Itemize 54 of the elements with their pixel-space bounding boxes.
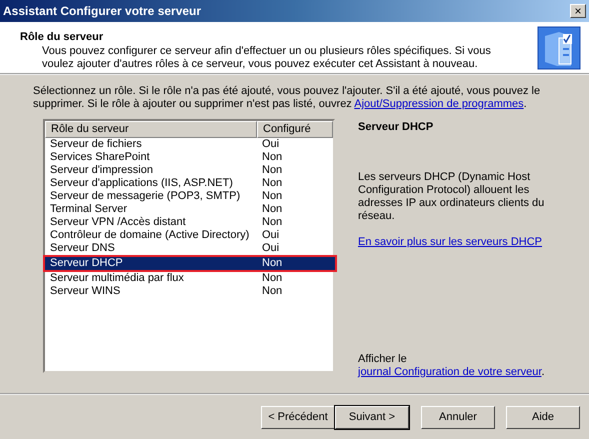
role-cell-text: Terminal Server xyxy=(49,203,128,216)
wizard-button[interactable]: Aide xyxy=(506,406,580,428)
role-cell-text: Serveur multimédia par flux xyxy=(49,272,185,285)
configured-cell-text: Non xyxy=(261,203,284,216)
role-cell-text: Serveur d'applications (IIS, ASP.NET) xyxy=(49,177,234,190)
column-header[interactable]: Rôle du serveur xyxy=(45,121,257,138)
instructions-text: Sélectionnez un rôle. Si le rôle n'a pas été ajouté, vous pouvez l'ajouter. S'il a été ajouté, vous pouvez le supprimer. Si le rôle à ajouter ou supprimer n'est pas listé, ouvrez Ajout/Suppression de programmes. xyxy=(33,85,542,111)
list-row[interactable]: Serveur de messagerie (POP3, SMTP) Non xyxy=(45,190,333,203)
configured-cell-text: Non xyxy=(261,216,284,229)
list-row[interactable]: Serveur multimédia par flux Non xyxy=(45,272,333,285)
list-row[interactable]: Terminal Server Non xyxy=(45,203,333,216)
role-cell-text: Serveur de messagerie (POP3, SMTP) xyxy=(49,190,242,203)
configured-cell-text: Non xyxy=(261,272,284,285)
role-cell-text: Serveur VPN /Accès distant xyxy=(49,216,187,229)
configured-cell-text: Non xyxy=(261,257,284,270)
wizard-button[interactable]: Annuler xyxy=(421,406,495,428)
list-row[interactable]: Serveur d'impression Non xyxy=(45,164,333,177)
wizard-button[interactable]: Suivant > xyxy=(335,406,409,428)
list-row[interactable]: Serveur WINS Non xyxy=(45,285,333,298)
window-title: Assistant Configurer votre serveur xyxy=(3,4,202,18)
programs-link[interactable]: Ajout/Suppression de programmes xyxy=(354,98,524,110)
log-text: Afficher le journal Configuration de votre serveur. xyxy=(358,353,546,379)
configured-cell-text: Oui xyxy=(261,138,280,151)
role-cell-text: Serveur DHCP xyxy=(49,257,124,270)
role-cell-text: Contrôleur de domaine (Active Directory) xyxy=(49,229,250,242)
selected-row[interactable]: Serveur DHCP Non xyxy=(43,255,337,272)
configured-cell-text: Non xyxy=(261,285,284,298)
column-header[interactable]: Configuré xyxy=(257,121,333,138)
list-row[interactable]: Serveur d'applications (IIS, ASP.NET) Non xyxy=(45,177,333,190)
list-row[interactable]: Serveur VPN /Accès distant Non xyxy=(45,216,333,229)
list-row[interactable]: Contrôleur de domaine (Active Directory) Oui xyxy=(45,229,333,242)
list-row[interactable]: Services SharePoint Non xyxy=(45,151,333,164)
log-link[interactable]: journal Configuration de votre serveur xyxy=(358,366,542,378)
role-title: Serveur DHCP xyxy=(358,121,434,133)
configured-cell-text: Non xyxy=(261,177,284,190)
wizard-button[interactable]: < Précédent xyxy=(261,406,335,428)
configured-cell-text: Oui xyxy=(261,229,280,242)
configured-cell-text: Non xyxy=(261,151,284,164)
role-cell-text: Serveur DNS xyxy=(49,242,116,255)
page-description: Vous pouvez configurer ce serveur afin d'effectuer un ou plusieurs rôles spécifiques. Si vous voulez ajouter d'autres rôles à ce serveur, vous pouvez exécuter cet Assistant à nouveau. xyxy=(41,45,492,71)
configured-cell-text: Non xyxy=(261,190,284,203)
list-row[interactable]: Serveur de fichiers Oui xyxy=(45,138,333,151)
list-row[interactable]: Serveur DNS Oui xyxy=(45,242,333,255)
checklist-icon xyxy=(537,26,581,70)
configured-cell-text: Oui xyxy=(261,242,280,255)
close-button[interactable]: × xyxy=(570,4,586,18)
role-cell-text: Serveur WINS xyxy=(49,285,122,298)
role-cell-text: Services SharePoint xyxy=(49,151,151,164)
learn-more-link[interactable]: En savoir plus sur les serveurs DHCP xyxy=(358,236,542,248)
role-description: Les serveurs DHCP (Dynamic Host Configuration Protocol) allouent les adresses IP aux ordinateurs clients du réseau. xyxy=(358,171,546,223)
page-title: Rôle du serveur xyxy=(20,31,104,43)
role-cell-text: Serveur d'impression xyxy=(49,164,154,177)
configured-cell-text: Non xyxy=(261,164,284,177)
role-cell-text: Serveur de fichiers xyxy=(49,138,143,151)
